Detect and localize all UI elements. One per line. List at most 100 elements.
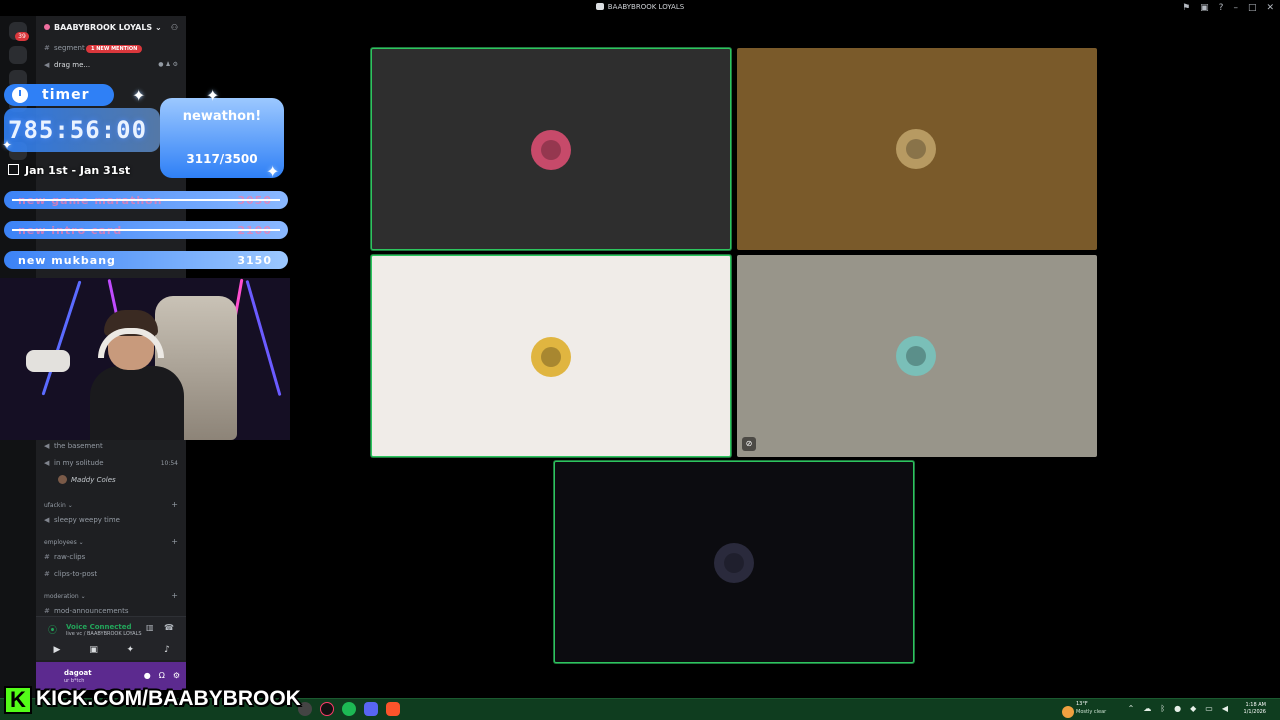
channel-label: the basement (54, 442, 103, 450)
kick-url: KICK.COM/BAABYBROOK (36, 687, 301, 710)
screen-icon[interactable]: ▣ (1200, 2, 1209, 14)
kick-logo: K (4, 686, 32, 714)
weather-icon (1062, 706, 1074, 718)
headphones-icon[interactable]: Ω (159, 671, 165, 680)
avatar (531, 130, 571, 170)
voice-status: Voice Connected (66, 623, 132, 631)
speaker-icon: ◀ (44, 442, 50, 450)
server-name[interactable]: BAABYBROOK LOYALS ⌄ (44, 23, 162, 32)
channel-sleepy-weepy-time[interactable]: ◀ sleepy weepy time (44, 516, 120, 524)
timer-label: timer (42, 87, 90, 103)
channel-segment[interactable]: # segment (44, 44, 85, 52)
soundboard-icon[interactable]: ♪ (156, 645, 178, 655)
speaker-icon: ◀ (44, 516, 50, 524)
network-icon[interactable]: ▭ (1205, 704, 1213, 713)
inbox-icon[interactable]: ⚑ (1182, 2, 1190, 14)
mic-tray-icon[interactable]: ● (1174, 704, 1181, 713)
clock-date: 1/1/2026 (1243, 709, 1266, 715)
channel-drag-me[interactable]: ◀ drag me... (44, 61, 90, 69)
brave-icon[interactable] (386, 702, 400, 716)
chevron-up-icon[interactable]: ⌃ (1128, 704, 1135, 713)
taskbar-clock[interactable]: 1:18 AM 1/1/2026 (1244, 702, 1266, 716)
microphone (26, 350, 70, 372)
bluetooth-icon[interactable]: ᛒ (1160, 704, 1165, 713)
goal-strike (12, 199, 280, 201)
spotify-icon[interactable] (342, 702, 356, 716)
help-icon[interactable]: ? (1219, 2, 1224, 14)
channel-label: mod-announcements (54, 607, 129, 615)
video-tile[interactable] (371, 48, 731, 250)
hash-icon: # (44, 570, 50, 578)
server-dot-icon (44, 24, 50, 30)
muted-icon: ⊘ (742, 437, 756, 451)
server-icon[interactable] (9, 46, 27, 64)
avatar (714, 543, 754, 583)
channel-actions-icon[interactable]: ● ♟ ⚙ (158, 61, 178, 68)
activities-icon[interactable]: ✦ (119, 645, 141, 655)
category-label: moderation (44, 593, 79, 600)
channel-label: clips-to-post (54, 570, 98, 578)
channel-label: sleepy weepy time (54, 516, 120, 524)
microphone-icon[interactable]: ● (144, 671, 151, 680)
username[interactable]: dagoat (64, 669, 92, 677)
category-ufackin[interactable]: ufackin ⌄ (44, 502, 73, 509)
add-channel-icon[interactable]: + (171, 500, 178, 509)
settings-icon[interactable]: ⚙ (173, 671, 180, 680)
neon-light (245, 279, 282, 397)
mention-badge[interactable]: 1 NEW MENTION (86, 45, 143, 53)
noise-suppression-icon[interactable]: ▥ (146, 623, 154, 632)
category-employees[interactable]: employees ⌄ (44, 539, 84, 546)
voice-actions: ▶ ▣ ✦ ♪ (46, 645, 178, 655)
category-moderation[interactable]: moderation ⌄ (44, 593, 86, 600)
hash-icon: # (44, 607, 50, 615)
user-status: ur b*tch (64, 678, 85, 684)
goal-value: 3150 (237, 254, 272, 267)
channel-raw-clips[interactable]: # raw-clips (44, 553, 85, 561)
tiktok-icon[interactable] (320, 702, 334, 716)
avatar (58, 475, 67, 484)
window-title: BAABYBROOK LOYALS (607, 3, 685, 11)
discord-icon[interactable] (364, 702, 378, 716)
voice-member[interactable]: Maddy Coles (58, 475, 116, 484)
voice-location[interactable]: live vc / BAABYBROOK LOYALS (66, 631, 142, 637)
camera-icon[interactable]: ▶ (46, 645, 68, 655)
video-tile[interactable] (737, 255, 1097, 457)
channel-mod-announcements[interactable]: # mod-announcements (44, 607, 129, 615)
minimize-icon[interactable]: – (1233, 2, 1238, 14)
goal-bar: new intro card 2100 (4, 221, 288, 239)
signal-icon[interactable]: ⦿ (48, 623, 57, 636)
shield-icon[interactable]: ◆ (1190, 704, 1196, 713)
sparkle-icon: ✦ (2, 138, 13, 152)
sparkle-icon: ✦ (132, 86, 146, 105)
channel-in-my-solitude[interactable]: ◀ in my solitude (44, 459, 104, 467)
volume-icon[interactable]: ◀ (1222, 704, 1228, 713)
add-channel-icon[interactable]: + (171, 591, 178, 600)
goal-strike (12, 229, 280, 231)
cloud-icon[interactable]: ☁ (1143, 704, 1151, 713)
add-channel-icon[interactable]: + (171, 537, 178, 546)
category-label: ufackin (44, 502, 66, 509)
server-name-label: BAABYBROOK LOYALS (54, 23, 153, 32)
voice-timer: 10:54 (160, 460, 178, 467)
screen-share-icon[interactable]: ▣ (83, 645, 105, 655)
maximize-icon[interactable]: □ (1248, 2, 1257, 14)
close-icon[interactable]: ✕ (1266, 2, 1274, 14)
channel-the-basement[interactable]: ◀ the basement (44, 442, 103, 450)
kick-banner: K KICK.COM/BAABYBROOK (4, 686, 301, 714)
invite-icon[interactable]: ⚇ (171, 23, 178, 32)
weather-widget[interactable]: 13°F Mostly clear (1062, 701, 1106, 720)
sparkle-icon: ✦ (206, 86, 220, 105)
video-tile[interactable] (371, 255, 731, 457)
channel-label: in my solitude (54, 459, 104, 467)
date-range-text: Jan 1st - Jan 31st (25, 164, 131, 177)
channel-label: raw-clips (54, 553, 86, 561)
window-title-wrap: BAABYBROOK LOYALS (0, 3, 1280, 11)
video-tile[interactable] (554, 461, 914, 663)
channel-clips-to-post[interactable]: # clips-to-post (44, 570, 97, 578)
member-name: Maddy Coles (71, 476, 116, 484)
clock-icon (12, 87, 28, 103)
speaker-icon: ◀ (44, 61, 50, 69)
disconnect-icon[interactable]: ☎ (164, 623, 174, 632)
video-tile[interactable] (737, 48, 1097, 250)
titlebar-controls: ⚑ ▣ ? – □ ✕ (1182, 2, 1274, 14)
